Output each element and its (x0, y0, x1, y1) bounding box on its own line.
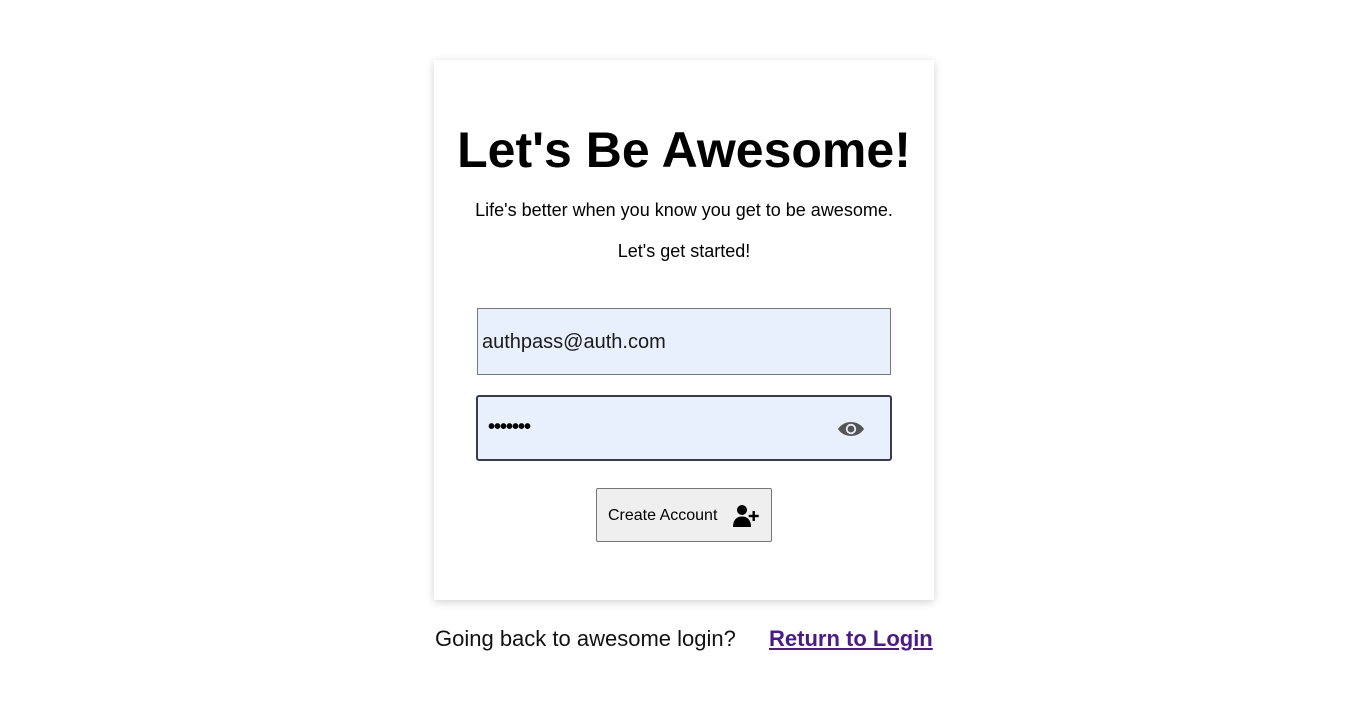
subtitle-text: Life's better when you know you get to b… (475, 200, 893, 220)
create-account-button[interactable]: Create Account (596, 488, 772, 542)
footer-prompt: Going back to awesome login? (435, 626, 736, 651)
add-user-icon (733, 504, 759, 528)
password-field[interactable]: ••••••• (476, 395, 892, 461)
eye-icon[interactable] (836, 417, 866, 441)
return-to-login-link[interactable]: Return to Login (769, 626, 933, 652)
email-field[interactable]: authpass@auth.com (477, 308, 891, 375)
password-value: ••••••• (488, 416, 531, 438)
get-started-text: Let's get started! (617, 241, 751, 261)
email-value: authpass@auth.com (482, 331, 666, 353)
page-title: Let's Be Awesome! (457, 122, 911, 178)
create-account-label: Create Account (608, 507, 718, 524)
signup-card: Let's Be Awesome! Life's better when you… (434, 60, 934, 600)
